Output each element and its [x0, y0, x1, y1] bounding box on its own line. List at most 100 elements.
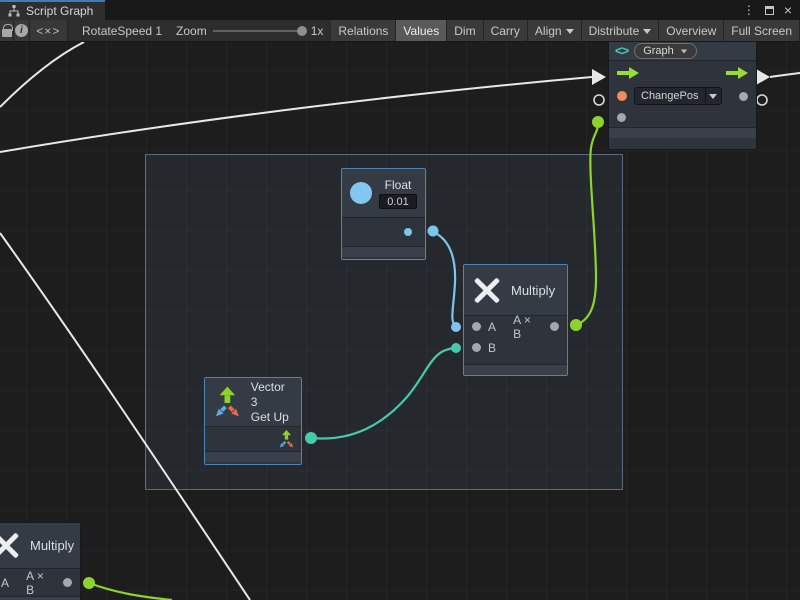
node-title: Vector 3	[251, 380, 285, 409]
values-button[interactable]: Values	[396, 20, 447, 41]
node-changepos[interactable]: <> Graph ChangePos	[608, 42, 757, 150]
node-header[interactable]: Multiply	[0, 523, 80, 569]
output-port[interactable]	[63, 578, 72, 587]
port-label: A	[488, 320, 496, 334]
fullscreen-button[interactable]: Full Screen	[724, 20, 800, 41]
node-footer	[342, 246, 425, 257]
output-port[interactable]	[739, 92, 748, 101]
graph-dropdown[interactable]: Graph	[634, 43, 697, 59]
flow-out-arrow-icon[interactable]	[726, 67, 748, 79]
extra-port-row	[609, 107, 756, 127]
zoom-slider[interactable]	[213, 30, 305, 32]
zoom-slider-handle[interactable]	[297, 26, 307, 36]
distribute-button[interactable]: Distribute	[582, 20, 660, 41]
dim-button[interactable]: Dim	[447, 20, 483, 41]
maximize-icon[interactable]	[765, 6, 774, 15]
node-header[interactable]: Multiply	[464, 265, 567, 316]
tab-script-graph[interactable]: Script Graph	[0, 0, 105, 20]
edit-code-button[interactable]: <×>	[30, 20, 68, 41]
lock-icon	[2, 29, 12, 37]
wire-end-dot[interactable]	[451, 322, 461, 332]
port-label: A × B	[513, 313, 536, 341]
info-button[interactable]: i	[14, 20, 29, 41]
node-multiply-partial[interactable]: Multiply A A × B	[0, 522, 81, 600]
node-footer	[0, 596, 80, 600]
node-footer	[464, 364, 567, 375]
output-port[interactable]	[550, 322, 559, 331]
empty-port-right[interactable]	[757, 95, 767, 105]
overview-button[interactable]: Overview	[659, 20, 724, 41]
lock-button[interactable]	[0, 20, 14, 41]
output-port[interactable]	[404, 228, 412, 236]
info-icon: i	[15, 24, 28, 37]
input-port[interactable]	[617, 113, 626, 122]
align-button[interactable]: Align	[528, 20, 582, 41]
dropdown-caret-button[interactable]	[705, 88, 721, 104]
wire-white-right-exit[interactable]	[770, 73, 800, 77]
float-icon	[350, 182, 372, 204]
window-controls: ⋮ ×	[743, 0, 800, 20]
wire-blue-float-to-multiply[interactable]	[433, 232, 456, 327]
wire-green-bottom[interactable]	[89, 583, 172, 600]
wire-end-dot[interactable]	[592, 116, 604, 128]
zoom-control: Zoom 1x	[168, 20, 331, 41]
wire-end-dot[interactable]	[451, 343, 461, 353]
caret-down-icon	[709, 94, 717, 99]
input-port[interactable]	[617, 91, 627, 101]
window-menu-icon[interactable]: ⋮	[743, 4, 755, 16]
changepos-dropdown[interactable]: ChangePos	[634, 87, 722, 105]
wire-green-multiply-to-changepos[interactable]	[576, 123, 598, 325]
flow-input-arrow[interactable]	[592, 69, 606, 85]
wire-end-dot[interactable]	[570, 319, 582, 331]
graph-canvas[interactable]: <> Graph ChangePos	[0, 42, 800, 600]
code-icon: <×>	[36, 24, 60, 38]
zoom-value: 1x	[311, 24, 324, 38]
wire-white-to-changepos[interactable]	[0, 77, 592, 152]
multiply-icon	[0, 531, 21, 561]
script-graph-window: Script Graph ⋮ × i <×> RotateSpeed 1 Zo	[0, 0, 800, 600]
wire-teal-vector3-to-multiply[interactable]	[311, 348, 456, 439]
caret-down-icon	[681, 49, 687, 53]
carry-button[interactable]: Carry	[484, 20, 528, 41]
graph-toolbar: i <×> RotateSpeed 1 Zoom 1x Relations Va…	[0, 20, 800, 42]
wire-end-dot[interactable]	[83, 577, 95, 589]
node-title: Multiply	[511, 283, 555, 298]
empty-port-left[interactable]	[594, 95, 604, 105]
port-label: B	[488, 341, 496, 355]
graph-tab-icon	[8, 5, 20, 17]
multiply-icon	[472, 275, 502, 305]
close-icon[interactable]: ×	[784, 3, 792, 17]
node-float[interactable]: Float 0.01	[341, 168, 426, 260]
relations-button[interactable]: Relations	[331, 20, 396, 41]
vector3-icon	[213, 386, 242, 418]
float-value-input[interactable]: 0.01	[379, 194, 417, 209]
node-header[interactable]: Vector 3 Get Up	[205, 378, 301, 427]
caret-down-icon	[643, 29, 651, 34]
flow-in-arrow-icon[interactable]	[617, 67, 639, 79]
wire-white-topleft[interactable]	[0, 42, 84, 107]
caret-down-icon	[566, 29, 574, 34]
flow-output-arrow[interactable]	[756, 69, 770, 85]
node-vector3-get-up[interactable]: Vector 3 Get Up	[204, 377, 302, 465]
port-row-a: A A × B	[0, 569, 80, 596]
port-label: A × B	[26, 569, 49, 597]
port-label: A	[1, 576, 9, 590]
tab-title: Script Graph	[26, 4, 93, 18]
node-footer	[205, 451, 301, 462]
node-title: Multiply	[30, 538, 74, 553]
wire-end-dot[interactable]	[428, 226, 439, 237]
vector3-output-port-icon[interactable]	[278, 430, 295, 448]
node-multiply[interactable]: Multiply A A × B B	[463, 264, 568, 376]
graph-breadcrumb[interactable]: RotateSpeed 1	[68, 20, 168, 41]
script-graph-icon: <>	[615, 43, 628, 58]
input-port-a[interactable]	[472, 322, 481, 331]
title-bar: Script Graph ⋮ ×	[0, 0, 800, 20]
output-port-row	[205, 427, 301, 451]
node-footer	[609, 127, 756, 138]
wire-end-dot[interactable]	[305, 432, 317, 444]
toolbar-buttons: Relations Values Dim Carry Align Distrib…	[331, 20, 800, 41]
graph-name: RotateSpeed 1	[82, 24, 162, 38]
input-port-b[interactable]	[472, 343, 481, 352]
node-header[interactable]: Float 0.01	[342, 169, 425, 218]
node-header[interactable]: <> Graph	[609, 42, 756, 61]
